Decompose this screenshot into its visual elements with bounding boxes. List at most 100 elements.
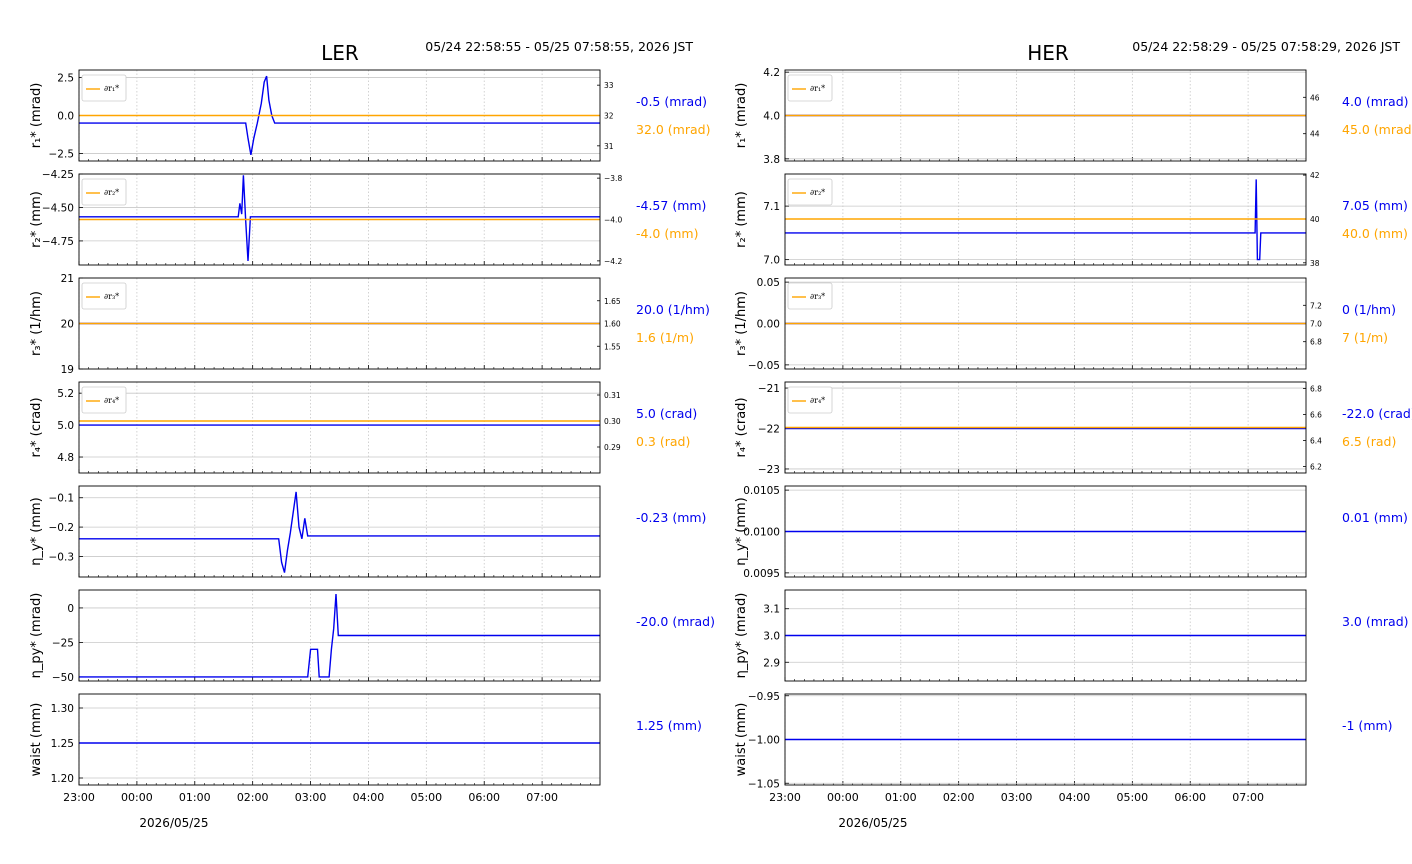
y-tick-label: −0.1	[49, 493, 75, 505]
y2-tick-label: 0.30	[604, 417, 621, 426]
readout-value: 7.05 (mm)	[1342, 198, 1408, 213]
y-tick-label: −23	[758, 464, 780, 476]
x-tick-label: 04:00	[353, 791, 385, 804]
y-tick-label: 7.0	[763, 255, 780, 267]
panel-1: 4.2 4.0 3.8 46 44 ∂r₁* r₁* (mrad) 4.0 (mrad) 45.…	[734, 67, 1412, 166]
y-axis-label: η_py* (mrad)	[734, 593, 749, 679]
y-axis-label: η_y* (mm)	[734, 497, 749, 566]
readout-value-secondary: 1.6 (1/m)	[636, 330, 694, 345]
y-tick-label: 1.30	[51, 703, 74, 715]
legend-label: ∂r₄*	[104, 396, 119, 405]
readout-value: 5.0 (crad)	[636, 406, 697, 421]
y2-tick-label: 32	[604, 112, 614, 121]
panel-7: 1.30 1.25 1.20 waist (mm) 1.25 (mm)	[29, 693, 702, 786]
y-tick-label: 4.2	[763, 67, 780, 79]
y2-tick-label: 33	[604, 81, 614, 90]
y-axis-label: r₂* (mm)	[29, 191, 44, 248]
readout-value: -4.57 (mm)	[636, 198, 706, 213]
legend-label: ∂r₃*	[810, 292, 825, 301]
y-tick-label: 7.1	[763, 201, 780, 213]
x-tick-label: 06:00	[468, 791, 500, 804]
readout-value: 3.0 (mrad)	[1342, 614, 1409, 629]
y2-tick-label: 1.55	[604, 342, 621, 351]
panel-6: 3.1 3.0 2.9 η_py* (mrad) 3.0 (mrad)	[734, 589, 1409, 682]
legend: ∂r₂*	[81, 178, 127, 206]
chart-title: HER	[1027, 41, 1069, 65]
y-axis-label: r₄* (crad)	[734, 397, 749, 457]
y-tick-label: 2.9	[763, 657, 780, 669]
time-range: 05/24 22:58:29 - 05/25 07:58:29, 2026 JS…	[1132, 39, 1400, 54]
y-tick-label: −21	[758, 383, 780, 395]
y2-tick-label: 1.65	[604, 297, 621, 306]
y2-tick-label: 6.2	[1310, 463, 1322, 472]
x-tick-label: 01:00	[885, 791, 917, 804]
legend: ∂r₄*	[787, 386, 833, 414]
y-tick-label: 5.2	[57, 388, 74, 400]
y2-tick-label: 44	[1310, 130, 1320, 139]
legend: ∂r₂*	[787, 178, 833, 206]
x-tick-label: 02:00	[237, 791, 269, 804]
y-tick-label: 5.0	[57, 420, 74, 432]
y-axis-label: r₃* (1/hm)	[734, 291, 749, 356]
readout-value: 0 (1/hm)	[1342, 302, 1396, 317]
readout-value-secondary: 7 (1/m)	[1342, 330, 1388, 345]
y-tick-label: 19	[61, 364, 74, 376]
y2-tick-label: 6.6	[1310, 411, 1322, 420]
y2-tick-label: 46	[1310, 93, 1320, 102]
readout-value-secondary: 40.0 (mm)	[1342, 226, 1408, 241]
x-tick-label: 01:00	[179, 791, 211, 804]
legend: ∂r₁*	[787, 74, 833, 102]
y-tick-label: 3.1	[763, 604, 780, 616]
x-tick-label: 05:00	[410, 791, 442, 804]
panel-1: 2.5 0.0 −2.5 33 32 31 ∂r₁* r₁* (mrad) -0.5 (mrad…	[29, 69, 710, 162]
readout-value: -22.0 (crad)	[1342, 406, 1412, 421]
y2-tick-label: 6.8	[1310, 385, 1322, 394]
readout-value: -20.0 (mrad)	[636, 614, 715, 629]
y2-tick-label: 7.0	[1310, 320, 1322, 329]
y-axis-label: r₁* (mrad)	[734, 83, 749, 149]
y2-tick-label: 0.31	[604, 391, 621, 400]
y-tick-label: 0.05	[757, 277, 780, 289]
readout-value: -1 (mm)	[1342, 718, 1393, 733]
panel-4: 5.2 5.0 4.8 0.31 0.30 0.29 ∂r₄* r₄* (crad) 5.0 (…	[29, 381, 697, 474]
panel-3: 21 20 19 1.65 1.60 1.55 ∂r₃* r₃* (1/hm) 20.0 (1/…	[29, 273, 710, 376]
y-tick-label: 0.0095	[743, 568, 780, 580]
panel-2: −4.25 −4.50 −4.75 −3.8 −4.0 −4.2 ∂r₂* r₂* (mm) -…	[29, 169, 706, 266]
y-tick-label: 2.5	[57, 73, 74, 85]
chart-ler: LER 05/24 22:58:55 - 05/25 07:58:55, 2026…	[29, 39, 715, 830]
x-tick-label: 03:00	[1001, 791, 1033, 804]
y-tick-label: 0.0105	[743, 485, 780, 497]
y-axis-label: r₄* (crad)	[29, 397, 44, 457]
panel-6: 0 −25 −50 η_py* (mrad) -20.0 (mrad)	[29, 589, 715, 684]
y-tick-label: 4.0	[763, 111, 780, 123]
readout-value-secondary: 32.0 (mrad)	[636, 122, 710, 137]
panel-5: −0.1 −0.2 −0.3 η_y* (mm) -0.23 (mm)	[29, 485, 706, 578]
y-tick-label: −25	[52, 637, 74, 649]
legend-label: ∂r₁*	[104, 84, 119, 93]
x-tick-label: 07:00	[526, 791, 558, 804]
y-axis-label: r₁* (mrad)	[29, 83, 44, 149]
x-tick-label: 05:00	[1116, 791, 1148, 804]
y-tick-label: −4.50	[42, 202, 74, 214]
y2-tick-label: 7.2	[1310, 301, 1322, 310]
y-tick-label: −4.75	[42, 236, 74, 248]
y-axis-label: η_py* (mrad)	[29, 593, 44, 679]
y-tick-label: 0	[67, 603, 74, 615]
panel-5: 0.01050.01000.0095η_y* (mm) 0.01 (mm)	[734, 485, 1408, 580]
y2-tick-label: −4.0	[604, 216, 622, 225]
series-line-main	[79, 175, 600, 262]
plot-frame	[78, 485, 601, 578]
legend-label: ∂r₂*	[104, 188, 119, 197]
readout-value-secondary: 45.0 (mrad)	[1342, 122, 1412, 137]
y-tick-label: 4.8	[57, 452, 74, 464]
x-tick-label: 03:00	[295, 791, 327, 804]
plot-frame	[78, 381, 601, 474]
y-axis-label: η_y* (mm)	[29, 497, 44, 566]
readout-value: -0.5 (mrad)	[636, 94, 707, 109]
y-tick-label: 20	[61, 319, 74, 331]
y2-tick-label: −4.2	[604, 257, 622, 266]
y-tick-label: 3.8	[763, 154, 780, 166]
panel-2: 7.1 7.0 42 40 38 ∂r₂* r₂* (mm) 7.05 (mm) 40.0 (m…	[734, 171, 1408, 268]
date-label: 2026/05/25	[838, 816, 907, 830]
y-tick-label: 0.0	[57, 111, 74, 123]
